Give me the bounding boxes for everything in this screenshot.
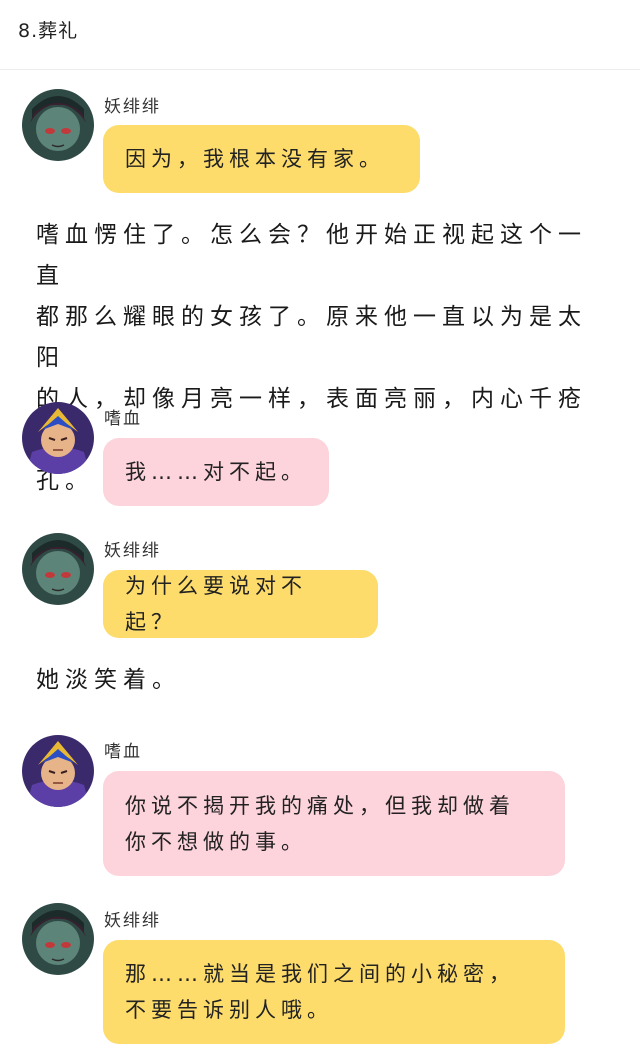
bubble-text: 因为，我根本没有家。 bbox=[125, 147, 385, 171]
bubble-text: 那……就当是我们之间的小秘密， 不要告诉别人哦。 bbox=[125, 956, 515, 1028]
bubble-text: 你说不揭开我的痛处，但我却做着 你不想做的事。 bbox=[125, 788, 515, 860]
chat-bubble: 你说不揭开我的痛处，但我却做着 你不想做的事。 bbox=[103, 771, 565, 876]
chat-bubble: 为什么要说对不起？ bbox=[103, 570, 378, 638]
bubble-line: 那……就当是我们之间的小秘密， bbox=[125, 962, 515, 986]
narration-line: 她淡笑着。 bbox=[36, 667, 181, 693]
sender-name: 妖绯绯 bbox=[104, 911, 161, 931]
sender-name: 嗜血 bbox=[104, 409, 142, 429]
yaofeifei-avatar-icon[interactable] bbox=[22, 533, 94, 605]
shixue-avatar-icon[interactable] bbox=[22, 735, 94, 807]
narration-line: 嗜血愣住了。怎么会？他开始正视起这个一直 bbox=[36, 222, 587, 289]
bubble-line: 不要告诉别人哦。 bbox=[125, 998, 333, 1022]
sender-name: 妖绯绯 bbox=[104, 97, 161, 117]
chat-bubble: 那……就当是我们之间的小秘密， 不要告诉别人哦。 bbox=[103, 940, 565, 1044]
bubble-text: 为什么要说对不起？ bbox=[125, 574, 307, 634]
narration-line: 都那么耀眼的女孩了。原来他一直以为是太阳 bbox=[36, 304, 587, 371]
bubble-line: 你说不揭开我的痛处，但我却做着 bbox=[125, 793, 515, 818]
chapter-title: 8.葬礼 bbox=[18, 20, 79, 42]
narration-paragraph: 她淡笑着。 bbox=[36, 660, 610, 701]
shixue-avatar-icon[interactable] bbox=[22, 402, 94, 474]
chat-bubble: 因为，我根本没有家。 bbox=[103, 125, 420, 193]
sender-name: 妖绯绯 bbox=[104, 541, 161, 561]
bubble-line: 你不想做的事。 bbox=[125, 829, 307, 854]
sender-name: 嗜血 bbox=[104, 742, 142, 762]
yaofeifei-avatar-icon[interactable] bbox=[22, 89, 94, 161]
chapter-header: 8.葬礼 bbox=[0, 0, 640, 70]
chat-bubble: 我……对不起。 bbox=[103, 438, 329, 506]
yaofeifei-avatar-icon[interactable] bbox=[22, 903, 94, 975]
bubble-text: 我……对不起。 bbox=[125, 460, 307, 484]
